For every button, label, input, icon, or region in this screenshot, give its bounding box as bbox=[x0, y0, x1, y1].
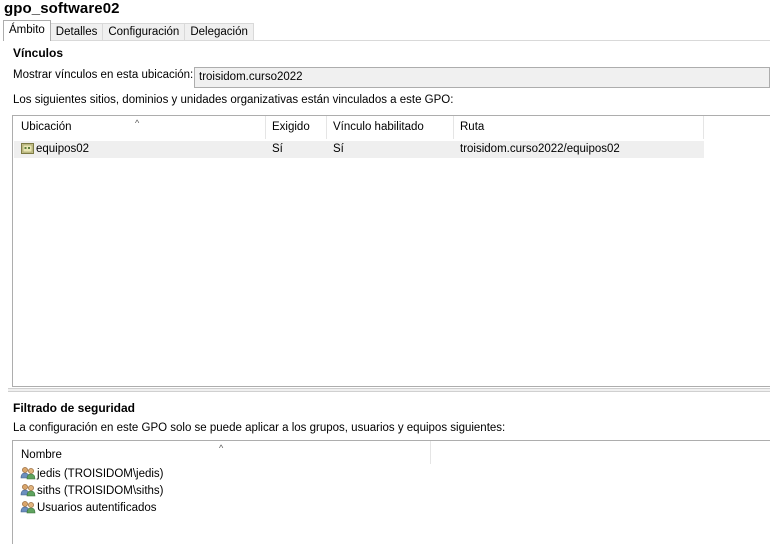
sort-ascending-icon: ^ bbox=[219, 443, 224, 453]
cell-location: equipos02 bbox=[14, 141, 266, 158]
location-dropdown[interactable]: troisidom.curso2022 bbox=[194, 67, 770, 88]
location-label: Mostrar vínculos en esta ubicación: bbox=[13, 69, 194, 81]
table-row[interactable]: equipos02 Sí Sí troisidom.curso2022/equi… bbox=[14, 141, 704, 158]
tab-details[interactable]: Detalles bbox=[49, 23, 104, 41]
list-item[interactable]: Usuarios autentificados bbox=[20, 500, 157, 517]
column-enforced[interactable]: Exigido bbox=[266, 116, 327, 139]
column-path[interactable]: Ruta bbox=[454, 116, 704, 139]
tab-delegation[interactable]: Delegación bbox=[184, 23, 254, 41]
sort-ascending-icon: ^ bbox=[135, 118, 140, 128]
list-item-label: siths (TROISIDOM\siths) bbox=[37, 485, 164, 497]
list-item[interactable]: siths (TROISIDOM\siths) bbox=[20, 483, 164, 500]
security-description: La configuración en este GPO solo se pue… bbox=[13, 422, 506, 434]
tab-divider bbox=[3, 40, 770, 41]
gpo-title: gpo_software02 bbox=[4, 0, 120, 17]
column-location[interactable]: ^ Ubicación bbox=[13, 116, 266, 139]
tab-strip: Ámbito Detalles Configuración Delegación bbox=[3, 20, 254, 41]
tab-scope[interactable]: Ámbito bbox=[3, 20, 51, 41]
cell-link-enabled: Sí bbox=[333, 143, 344, 155]
list-item-label: Usuarios autentificados bbox=[37, 502, 157, 514]
cell-enforced: Sí bbox=[272, 143, 283, 155]
group-icon bbox=[20, 484, 36, 497]
links-list-header: ^ Ubicación Exigido Vínculo habilitado R… bbox=[13, 116, 704, 139]
list-item-label: jedis (TROISIDOM\jedis) bbox=[37, 468, 164, 480]
links-list[interactable]: ^ Ubicación Exigido Vínculo habilitado R… bbox=[12, 115, 770, 387]
security-heading: Filtrado de seguridad bbox=[13, 401, 136, 415]
cell-path: troisidom.curso2022/equipos02 bbox=[460, 143, 620, 155]
security-list-header: ^ Nombre bbox=[13, 441, 431, 464]
group-icon bbox=[20, 501, 36, 514]
pane-splitter[interactable] bbox=[8, 388, 770, 392]
column-link-enabled[interactable]: Vínculo habilitado bbox=[327, 116, 454, 139]
tab-settings[interactable]: Configuración bbox=[102, 23, 186, 41]
column-name[interactable]: ^ Nombre bbox=[13, 441, 431, 464]
group-icon bbox=[20, 467, 36, 480]
list-item[interactable]: jedis (TROISIDOM\jedis) bbox=[20, 466, 164, 483]
ou-folder-icon bbox=[21, 143, 34, 154]
links-description: Los siguientes sitios, dominios y unidad… bbox=[13, 94, 454, 106]
links-heading: Vínculos bbox=[13, 46, 64, 60]
